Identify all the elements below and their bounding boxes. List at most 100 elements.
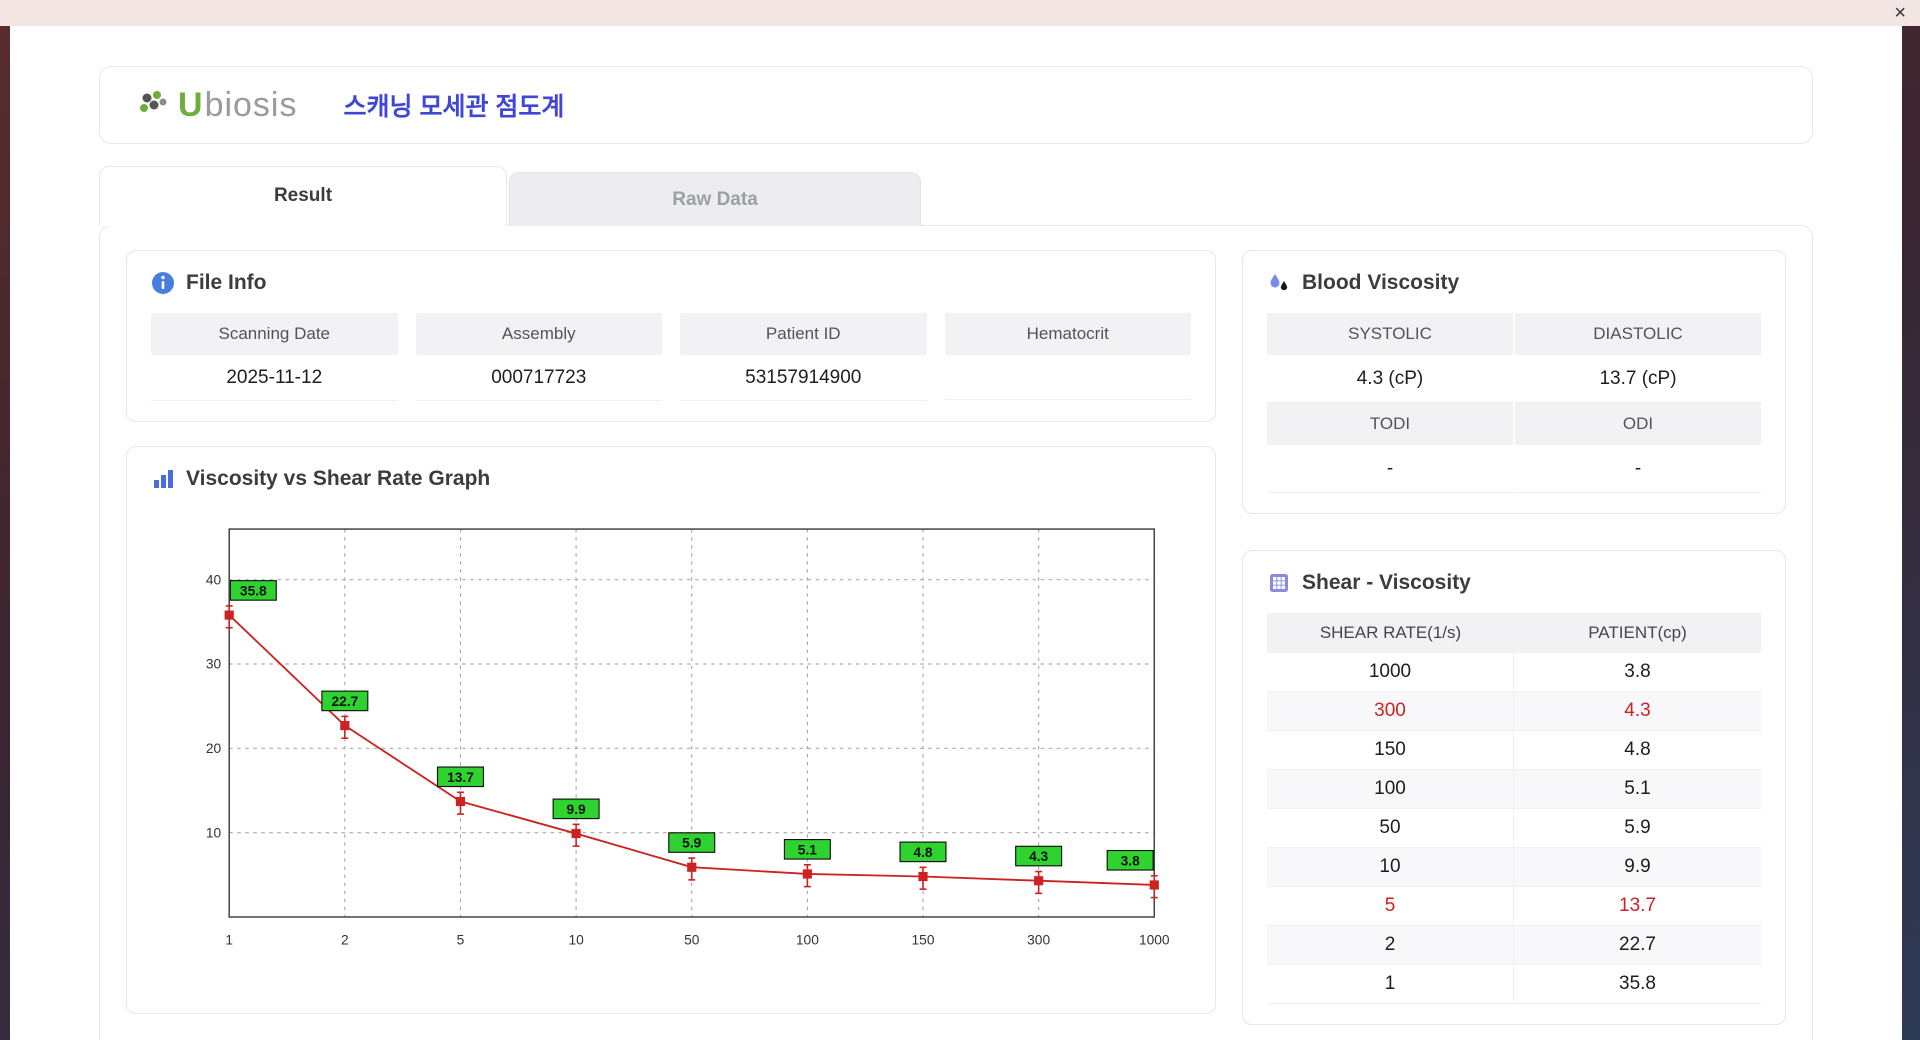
patient-cell: 22.7 bbox=[1619, 934, 1656, 955]
svg-text:35.8: 35.8 bbox=[240, 584, 267, 599]
systolic-value: 4.3 (cP) bbox=[1267, 355, 1513, 403]
table-row: 300 4.3 bbox=[1267, 692, 1761, 731]
title-bar: × bbox=[0, 0, 1920, 26]
close-icon[interactable]: × bbox=[1894, 3, 1906, 23]
file-info-field-0: Scanning Date 2025-11-12 bbox=[151, 313, 398, 401]
ubiosis-logo: U biosis bbox=[138, 86, 298, 125]
file-info-value bbox=[944, 355, 1191, 400]
shear-rate-cell: 1000 bbox=[1267, 653, 1514, 691]
file-info-fields: Scanning Date 2025-11-12 Assembly 000717723… bbox=[151, 313, 1191, 401]
shear-table-body: 1000 3.8 300 4.3 150 4.8 100 5.1 50 5.9 10 9.9 5 13.7… bbox=[1267, 653, 1761, 1004]
file-info-label: Scanning Date bbox=[151, 313, 398, 355]
file-info-card: File Info Scanning Date 2025-11-12 Assembl… bbox=[126, 250, 1216, 422]
svg-text:5.9: 5.9 bbox=[682, 836, 701, 851]
shear-rate-column-header: SHEAR RATE(1/s) bbox=[1319, 623, 1462, 642]
svg-text:50: 50 bbox=[684, 933, 700, 948]
shear-rate-cell: 5 bbox=[1267, 887, 1514, 925]
shear-rate-cell: 1 bbox=[1267, 965, 1514, 1003]
result-panel: File Info Scanning Date 2025-11-12 Assembl… bbox=[99, 225, 1813, 1040]
ubiosis-logo-icon bbox=[140, 90, 167, 112]
viscosity-chart: 10 20 30 40 1 2 5 10 50 100 150 300 1000 35.8 22.7 13.7… bbox=[206, 528, 1170, 948]
svg-text:13.7: 13.7 bbox=[447, 770, 474, 785]
file-info-value: 000717723 bbox=[415, 355, 662, 401]
svg-text:150: 150 bbox=[912, 933, 935, 948]
file-info-label: Patient ID bbox=[680, 313, 927, 355]
shear-table-header: SHEAR RATE(1/s) PATIENT(cp) bbox=[1267, 613, 1761, 653]
svg-text:22.7: 22.7 bbox=[331, 694, 358, 709]
blood-drops-icon bbox=[1270, 274, 1288, 291]
patient-column-header: PATIENT(cp) bbox=[1588, 623, 1687, 642]
file-info-field-3: Hematocrit bbox=[944, 313, 1191, 401]
svg-text:10: 10 bbox=[206, 825, 222, 840]
patient-cell: 9.9 bbox=[1624, 856, 1651, 877]
svg-text:9.9: 9.9 bbox=[567, 802, 586, 817]
file-info-value: 2025-11-12 bbox=[151, 355, 398, 401]
systolic-label: SYSTOLIC bbox=[1267, 313, 1513, 355]
page-title: 스캐닝 모세관 점도계 bbox=[343, 93, 565, 121]
table-row: 100 5.1 bbox=[1267, 770, 1761, 809]
file-info-value: 53157914900 bbox=[680, 355, 927, 401]
tab-result[interactable]: Result bbox=[99, 166, 507, 226]
graph-card: Viscosity vs Shear Rate Graph 10 20 30 40 1 2… bbox=[126, 446, 1216, 1014]
svg-text:3.8: 3.8 bbox=[1121, 853, 1140, 868]
file-info-title: File Info bbox=[186, 271, 267, 294]
svg-text:10: 10 bbox=[568, 933, 584, 948]
svg-text:4.8: 4.8 bbox=[913, 845, 932, 860]
odi-label: ODI bbox=[1515, 403, 1761, 445]
todi-value: - bbox=[1267, 445, 1513, 493]
table-row: 10 9.9 bbox=[1267, 848, 1761, 887]
app-window: U biosis 스캐닝 모세관 점도계 Result Raw Data Fil… bbox=[10, 26, 1902, 1040]
patient-cell: 4.3 bbox=[1624, 700, 1651, 721]
tab-raw-data[interactable]: Raw Data bbox=[509, 172, 921, 226]
shear-rate-cell: 2 bbox=[1267, 926, 1514, 964]
svg-text:4.3: 4.3 bbox=[1029, 849, 1048, 864]
diastolic-label: DIASTOLIC bbox=[1515, 313, 1761, 355]
logo-text-u: U bbox=[178, 85, 203, 124]
svg-text:5: 5 bbox=[457, 933, 465, 948]
grid-table-icon bbox=[1270, 574, 1288, 592]
blood-viscosity-title: Blood Viscosity bbox=[1302, 271, 1460, 294]
file-info-field-2: Patient ID 53157914900 bbox=[680, 313, 927, 401]
file-info-label: Hematocrit bbox=[944, 313, 1191, 355]
svg-text:1: 1 bbox=[225, 933, 233, 948]
shear-rate-cell: 150 bbox=[1267, 731, 1514, 769]
patient-cell: 35.8 bbox=[1619, 973, 1656, 994]
patient-cell: 3.8 bbox=[1624, 661, 1651, 682]
diastolic-value: 13.7 (cP) bbox=[1515, 355, 1761, 403]
shear-rate-cell: 100 bbox=[1267, 770, 1514, 808]
svg-text:5.1: 5.1 bbox=[798, 842, 817, 857]
table-row: 1 35.8 bbox=[1267, 965, 1761, 1004]
table-row: 150 4.8 bbox=[1267, 731, 1761, 770]
blood-viscosity-card: Blood Viscosity SYSTOLIC DIASTOLIC 4.3 (… bbox=[1242, 250, 1786, 514]
graph-title: Viscosity vs Shear Rate Graph bbox=[186, 467, 491, 490]
odi-value: - bbox=[1515, 445, 1761, 493]
svg-text:2: 2 bbox=[341, 933, 349, 948]
svg-text:30: 30 bbox=[206, 657, 222, 672]
svg-text:300: 300 bbox=[1027, 933, 1050, 948]
svg-text:1000: 1000 bbox=[1139, 933, 1170, 948]
patient-cell: 5.1 bbox=[1624, 778, 1651, 799]
patient-cell: 5.9 bbox=[1624, 817, 1651, 838]
info-icon bbox=[152, 272, 174, 294]
tab-bar: Result Raw Data bbox=[99, 166, 1813, 226]
file-info-label: Assembly bbox=[415, 313, 662, 355]
table-row: 2 22.7 bbox=[1267, 926, 1761, 965]
shear-rate-cell: 50 bbox=[1267, 809, 1514, 847]
file-info-field-1: Assembly 000717723 bbox=[415, 313, 662, 401]
shear-rate-cell: 10 bbox=[1267, 848, 1514, 886]
svg-text:40: 40 bbox=[206, 572, 222, 587]
patient-cell: 4.8 bbox=[1624, 739, 1651, 760]
todi-label: TODI bbox=[1267, 403, 1513, 445]
shear-rate-cell: 300 bbox=[1267, 692, 1514, 730]
table-row: 5 13.7 bbox=[1267, 887, 1761, 926]
blood-viscosity-table: SYSTOLIC DIASTOLIC 4.3 (cP) 13.7 (cP) TO… bbox=[1267, 313, 1761, 493]
bar-chart-icon bbox=[154, 470, 173, 488]
table-row: 1000 3.8 bbox=[1267, 653, 1761, 692]
table-row: 50 5.9 bbox=[1267, 809, 1761, 848]
svg-text:20: 20 bbox=[206, 741, 222, 756]
shear-viscosity-card: Shear - Viscosity SHEAR RATE(1/s) PATIEN… bbox=[1242, 550, 1786, 1025]
logo-text-rest: biosis bbox=[204, 85, 298, 124]
shear-viscosity-title: Shear - Viscosity bbox=[1302, 571, 1471, 594]
patient-cell: 13.7 bbox=[1619, 895, 1656, 916]
svg-text:100: 100 bbox=[796, 933, 819, 948]
